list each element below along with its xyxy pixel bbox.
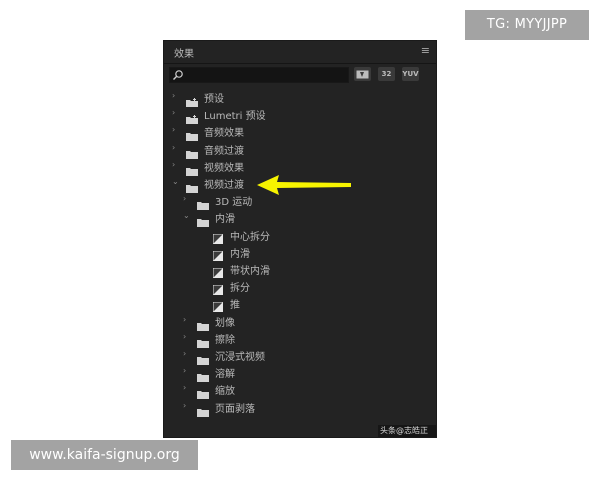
panel-header: 效果 ≡ (164, 41, 436, 64)
transition-effect-icon (213, 229, 223, 244)
transition-effect-icon (213, 246, 223, 261)
tree-folder-item[interactable]: › 溶解 (164, 363, 436, 383)
chevron-right-icon[interactable]: › (172, 143, 180, 153)
folder-icon (186, 126, 198, 142)
effects-panel: 效果 ≡ 32 YUV › 预设 › Lumetri 预设 › 音频效果 › 音频过渡 › 视频效… (163, 40, 437, 438)
tree-item-label: 内滑 (215, 214, 235, 226)
watermark: 头条@志皓正德 (378, 425, 436, 437)
tree-folder-item[interactable]: ⌄ 内滑 (164, 208, 436, 228)
folder-icon (186, 161, 198, 176)
tree-item-label: 预设 (204, 94, 224, 105)
chevron-right-icon[interactable]: › (172, 125, 180, 135)
tree-item-label: 划像 (215, 317, 235, 329)
chevron-right-icon[interactable]: › (183, 332, 191, 342)
tree-effect-item[interactable]: 内滑 (164, 243, 436, 261)
folder-icon (186, 144, 198, 159)
folder-icon (197, 384, 209, 400)
hamburger-icon[interactable]: ≡ (421, 45, 430, 57)
tree-folder-item[interactable]: › 视频效果 (164, 157, 436, 176)
32-bit-filter-button[interactable]: 32 (378, 67, 395, 81)
tree-item-label: 中心拆分 (230, 231, 270, 243)
site-badge: www.kaifa-signup.org (11, 440, 198, 470)
folder-icon (197, 367, 209, 383)
yellow-arrow-icon (257, 175, 351, 195)
yuv-filter-button[interactable]: YUV (402, 67, 419, 81)
tree-item-label: 推 (230, 300, 240, 312)
tree-item-label: 带状内滑 (230, 266, 270, 277)
tree-item-label: 视频过渡 (204, 180, 244, 191)
panel-title: 效果 (174, 49, 194, 60)
transition-effect-icon (213, 297, 223, 313)
tree-folder-item[interactable]: › 音频效果 (164, 122, 436, 142)
tree-folder-item[interactable]: › 沉浸式视频 (164, 346, 436, 365)
tree-item-label: 3D 运动 (215, 197, 253, 209)
tree-effect-item[interactable]: 带状内滑 (164, 260, 436, 278)
tree-folder-item[interactable]: › 划像 (164, 312, 436, 331)
tree-effect-item[interactable]: 推 (164, 294, 436, 313)
preset-folder-icon (186, 92, 198, 107)
chevron-right-icon[interactable]: › (183, 366, 191, 376)
chevron-right-icon[interactable]: › (172, 108, 180, 118)
folder-icon (197, 316, 209, 331)
tree-folder-item[interactable]: › 页面剥落 (164, 398, 436, 417)
chevron-down-icon[interactable]: ⌄ (172, 177, 180, 187)
folder-icon (186, 178, 198, 193)
chevron-right-icon[interactable]: › (183, 401, 191, 411)
accelerated-effects-icon[interactable] (354, 67, 371, 81)
search-input[interactable] (186, 68, 344, 82)
tree-item-label: 页面剥落 (215, 403, 255, 415)
tree-folder-item[interactable]: › 预设 (164, 88, 436, 107)
tree-effect-item[interactable]: 中心拆分 (164, 226, 436, 244)
tree-item-label: 拆分 (230, 283, 250, 295)
chevron-right-icon[interactable]: › (183, 194, 191, 204)
chevron-down-icon[interactable]: ⌄ (183, 211, 191, 221)
folder-icon (197, 333, 209, 348)
tree-item-label: 内滑 (230, 248, 250, 260)
folder-icon (197, 350, 209, 365)
transition-effect-icon (213, 263, 223, 278)
tree-folder-item[interactable]: › 擦除 (164, 329, 436, 348)
tree-item-label: Lumetri 预设 (204, 111, 266, 123)
tree-folder-item[interactable]: › Lumetri 预设 (164, 105, 436, 125)
tree-item-label: 视频效果 (204, 162, 244, 174)
tree-folder-item[interactable]: › 音频过渡 (164, 140, 436, 159)
tree-item-label: 音频效果 (204, 128, 244, 140)
tree-item-label: 沉浸式视频 (215, 352, 265, 363)
folder-icon (197, 212, 209, 228)
chevron-right-icon[interactable]: › (183, 349, 191, 359)
chevron-right-icon[interactable]: › (183, 383, 191, 393)
tree-item-label: 擦除 (215, 334, 235, 346)
tree-item-label: 缩放 (215, 386, 235, 398)
search-field[interactable] (169, 67, 349, 83)
chevron-right-icon[interactable]: › (172, 91, 180, 101)
tree-item-label: 音频过渡 (204, 145, 244, 157)
tree-item-label: 溶解 (215, 369, 235, 381)
search-icon (173, 70, 183, 80)
tg-badge: TG: MYYJJPP (465, 10, 589, 40)
chevron-right-icon[interactable]: › (183, 315, 191, 325)
folder-icon (197, 195, 209, 211)
chevron-right-icon[interactable]: › (172, 160, 180, 170)
transition-effect-icon (213, 280, 223, 296)
tree-effect-item[interactable]: 拆分 (164, 277, 436, 296)
preset-folder-icon (186, 109, 198, 125)
folder-icon (197, 402, 209, 417)
tree-folder-item[interactable]: › 缩放 (164, 380, 436, 400)
